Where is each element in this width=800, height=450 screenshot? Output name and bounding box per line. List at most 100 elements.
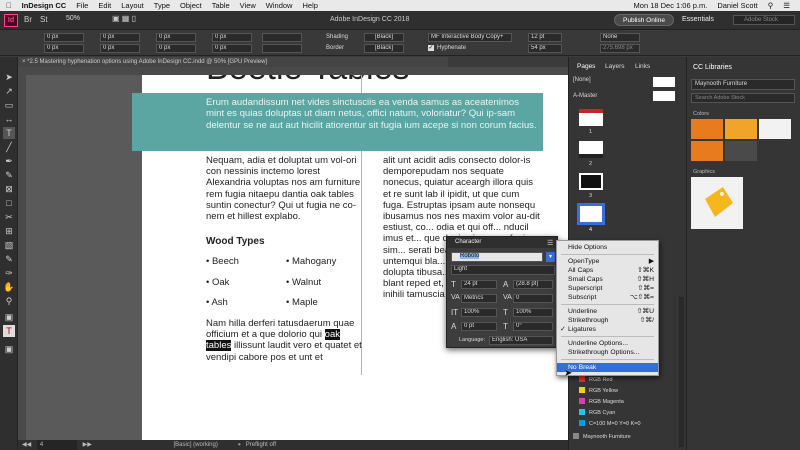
search-icon[interactable]: ⚲ (768, 1, 774, 10)
workspace-switcher[interactable]: Essentials (682, 16, 714, 23)
direct-selection-icon[interactable]: ↗ (3, 85, 15, 97)
space-before-field[interactable]: 0 px (44, 33, 84, 42)
gap-tool-icon[interactable]: ↔ (3, 113, 15, 125)
first-indent-field[interactable]: 0 px (212, 33, 252, 42)
vertical-ruler[interactable] (18, 75, 26, 440)
first-page-icon[interactable]: ◀◀ (22, 442, 31, 448)
tab-links[interactable]: Links (635, 63, 650, 70)
hyphenate-checkbox[interactable]: ✓ (428, 45, 434, 51)
grid-field[interactable]: 54 px (528, 44, 562, 53)
pencil-tool-icon[interactable]: ✎ (3, 169, 15, 181)
space-after-field[interactable]: 0 px (44, 44, 84, 53)
formatting-text-icon[interactable]: T (3, 325, 15, 337)
menu-item-small-caps[interactable]: Small Caps ⇧⌘H (557, 275, 658, 284)
library-search-input[interactable]: Search Adobe Stock (691, 93, 795, 103)
width-field[interactable]: 275.698 px (600, 44, 640, 53)
frame-tool-icon[interactable]: ⊠ (3, 183, 15, 195)
hand-tool-icon[interactable]: ✋ (3, 281, 15, 293)
screen-mode-icon[interactable]: ▣ (3, 343, 15, 355)
scissors-tool-icon[interactable]: ✂ (3, 211, 15, 223)
publish-online-button[interactable]: Publish Online (614, 14, 674, 26)
indent-right-field[interactable]: 0 px (156, 44, 196, 53)
menu-app-name[interactable]: InDesign CC (22, 1, 67, 10)
stock-search-input[interactable]: Adobe Stock (733, 15, 795, 25)
swatch-scrollbar[interactable] (679, 297, 684, 447)
menu-layout[interactable]: Layout (121, 1, 144, 10)
page-thumb-1[interactable] (579, 109, 603, 126)
swatch-rgb-cyan[interactable]: RGB Cyan (569, 409, 665, 418)
tab-layers[interactable]: Layers (605, 63, 625, 70)
swatch-group-maynooth[interactable]: Maynooth Furniture (569, 433, 665, 442)
wood-list-item-ash[interactable]: • Ash (206, 297, 228, 308)
menu-item-strikethrough[interactable]: Strikethrough ⇧⌘/ (557, 316, 658, 325)
menu-view[interactable]: View (240, 1, 256, 10)
font-dropdown-button[interactable]: ▾ (546, 252, 555, 262)
menu-window[interactable]: Window (266, 1, 293, 10)
page-thumb-2[interactable] (579, 141, 603, 158)
pen-tool-icon[interactable]: ✒ (3, 155, 15, 167)
drop-cap-lines-field[interactable]: 0 px (100, 33, 140, 42)
preflight-status[interactable]: Preflight off (246, 442, 276, 448)
menu-file[interactable]: File (76, 1, 88, 10)
shading-color-field[interactable]: [Black] (364, 33, 404, 42)
column-1-bottom-text[interactable]: Nam hilla derferi tatusdaerum quae offic… (206, 318, 363, 363)
wood-list-item-mahogany[interactable]: • Mahogany (286, 256, 336, 267)
menu-item-subscript[interactable]: Subscript ⌥⇧⌘= (557, 293, 658, 302)
none-master-thumb[interactable] (653, 77, 675, 87)
gradient-tool-icon[interactable]: ▧ (3, 239, 15, 251)
selected-text-oak[interactable]: oak (324, 329, 340, 341)
character-title-bar[interactable]: Character (447, 237, 557, 248)
page-number-field[interactable]: 4 (36, 440, 77, 450)
wood-types-heading[interactable]: Wood Types (206, 236, 265, 247)
drop-cap-chars-field[interactable]: 0 px (100, 44, 140, 53)
menu-table[interactable]: Table (212, 1, 230, 10)
view-options-icon[interactable]: ▣ ▦ ▯ (112, 14, 136, 23)
font-family-field[interactable]: Roboto (451, 252, 543, 262)
note-tool-icon[interactable]: ✎ (3, 253, 15, 265)
skew-field[interactable]: 0° (513, 322, 553, 331)
menu-item-all-caps[interactable]: All Caps ⇧⌘K (557, 266, 658, 275)
library-color-4[interactable] (691, 141, 723, 161)
wood-list-item-maple[interactable]: • Maple (286, 297, 318, 308)
fill-stroke-icon[interactable]: ▣ (3, 311, 15, 323)
menu-item-superscript[interactable]: Superscript ⇧⌘= (557, 284, 658, 293)
align-field[interactable] (262, 33, 302, 42)
library-color-5[interactable] (725, 141, 757, 161)
style-status[interactable]: [Basic] (working) (173, 442, 217, 448)
menu-item-underline[interactable]: Underline ⇧⌘U (557, 307, 658, 316)
selection-tool-icon[interactable]: ➤ (3, 71, 15, 83)
swatch-rgb-yellow[interactable]: RGB Yellow (569, 387, 665, 396)
line-tool-icon[interactable]: ╱ (3, 141, 15, 153)
paragraph-style-field[interactable]: MF Interactive Body Copy+ (428, 33, 512, 42)
tracking-field[interactable]: 0 (513, 294, 553, 303)
selected-text-tables[interactable]: tables (206, 340, 232, 352)
user-name[interactable]: Daniel Scott (717, 1, 757, 10)
a-master-thumb[interactable] (653, 91, 675, 101)
library-color-2[interactable] (725, 119, 757, 139)
kerning-field[interactable]: Metrics (461, 294, 497, 303)
wood-list-item-walnut[interactable]: • Walnut (286, 277, 321, 288)
transform-tool-icon[interactable]: ⊞ (3, 225, 15, 237)
swatch-cmyk-cyan[interactable]: C=100 M=0 Y=0 K=0 (569, 420, 665, 429)
baseline-shift-field[interactable]: 0 pt (461, 322, 497, 331)
last-indent-field[interactable]: 0 px (212, 44, 252, 53)
menu-item-hide-options[interactable]: Hide Options (557, 243, 658, 252)
horizontal-ruler[interactable] (18, 67, 570, 75)
menu-help[interactable]: Help (302, 1, 317, 10)
library-select[interactable]: Maynooth Furniture (691, 79, 795, 90)
none-master[interactable]: [None] (573, 77, 591, 83)
font-size-field[interactable]: 24 pt (461, 280, 497, 289)
apple-icon[interactable]:  (6, 1, 12, 10)
page-thumb-4[interactable] (577, 203, 605, 225)
menu-item-opentype[interactable]: OpenType ▶ (557, 257, 658, 266)
swatch-rgb-magenta[interactable]: RGB Magenta (569, 398, 665, 407)
menu-item-underline-options[interactable]: Underline Options... (557, 339, 658, 348)
page-tool-icon[interactable]: ▭ (3, 99, 15, 111)
page-thumb-3[interactable] (579, 173, 603, 190)
library-color-3[interactable] (759, 119, 791, 139)
rectangle-tool-icon[interactable]: □ (3, 197, 15, 209)
leading-field[interactable]: 12 pt (528, 33, 562, 42)
stock-icon[interactable]: St (40, 15, 48, 24)
wood-list-item-oak[interactable]: • Oak (206, 277, 229, 288)
wood-list-item-beech[interactable]: • Beech (206, 256, 239, 267)
